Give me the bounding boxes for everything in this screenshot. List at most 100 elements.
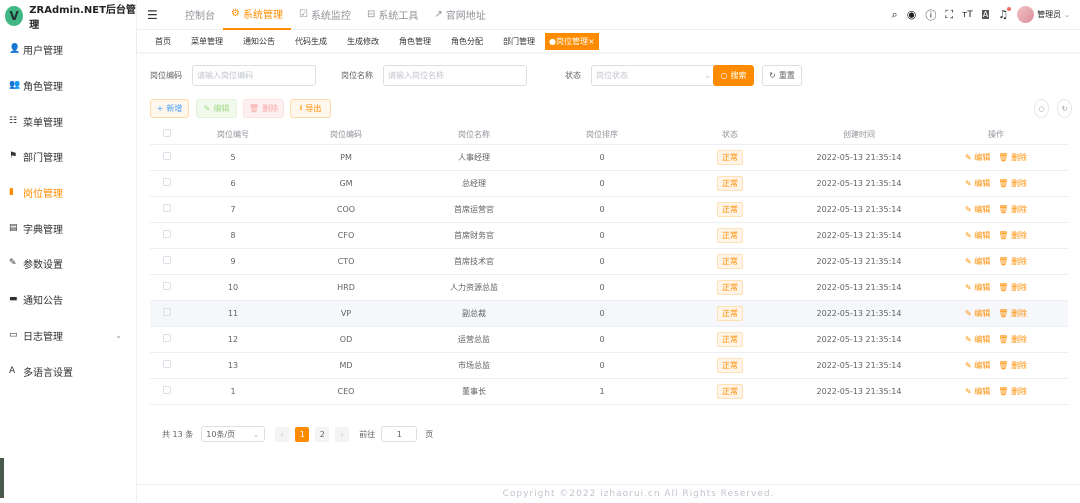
page-button[interactable]: 2 bbox=[315, 426, 330, 442]
edit-row-button[interactable]: ✎ 编辑 bbox=[965, 257, 990, 266]
edit-row-button[interactable]: ✎ 编辑 bbox=[965, 387, 990, 396]
row-checkbox[interactable] bbox=[163, 282, 171, 290]
delete-row-button[interactable]: 🗑 删除 bbox=[998, 361, 1027, 370]
prev-page-button[interactable]: ‹ bbox=[275, 426, 290, 442]
row-checkbox[interactable] bbox=[163, 386, 171, 394]
edit-row-button[interactable]: ✎ 编辑 bbox=[965, 309, 990, 318]
row-checkbox[interactable] bbox=[163, 308, 171, 316]
tag-5[interactable]: 角色管理 bbox=[389, 33, 441, 50]
tag-4[interactable]: 生成修改 bbox=[337, 33, 389, 50]
table-cell: OD bbox=[282, 326, 410, 353]
next-page-button[interactable]: › bbox=[335, 426, 350, 442]
edit-row-button[interactable]: ✎ 编辑 bbox=[965, 361, 990, 370]
delete-row-button[interactable]: 🗑 删除 bbox=[998, 309, 1027, 318]
delete-row-button[interactable]: 🗑 删除 bbox=[998, 283, 1027, 292]
tag-6[interactable]: 角色分配 bbox=[441, 33, 493, 50]
search-icon[interactable]: ⌕ bbox=[892, 8, 898, 22]
delete-row-button[interactable]: 🗑 删除 bbox=[998, 179, 1027, 188]
page-button[interactable]: 1 bbox=[295, 426, 310, 442]
user-menu[interactable]: 管理员 ⌄ bbox=[1017, 6, 1070, 23]
tag-active[interactable]: ● 岗位管理 × bbox=[545, 32, 599, 50]
topnav-item-0[interactable]: 控制台 bbox=[177, 0, 223, 30]
log-icon: ▭ bbox=[9, 329, 18, 340]
name-input[interactable]: 请输入岗位名称 bbox=[383, 65, 527, 86]
sidebar-item-9[interactable]: A 多语言设置 bbox=[0, 353, 136, 389]
edit-row-button[interactable]: ✎ 编辑 bbox=[965, 153, 990, 162]
delete-row-button[interactable]: 🗑 删除 bbox=[998, 231, 1027, 240]
topnav-item-4[interactable]: ↗ 官网地址 bbox=[426, 0, 493, 30]
row-checkbox[interactable] bbox=[163, 230, 171, 238]
sidebar-item-3[interactable]: ⚑ 部门管理 bbox=[0, 139, 136, 175]
delete-button[interactable]: 🗑 删除 bbox=[243, 99, 284, 118]
language-icon[interactable]: A bbox=[981, 10, 990, 19]
row-checkbox[interactable] bbox=[163, 334, 171, 342]
delete-label: 删除 bbox=[1010, 178, 1027, 188]
tag-7[interactable]: 部门管理 bbox=[493, 33, 545, 50]
github-icon[interactable]: ◉ bbox=[907, 8, 917, 21]
chevron-down-icon: ⌄ bbox=[704, 71, 711, 80]
add-button[interactable]: + 新增 bbox=[150, 99, 189, 118]
row-checkbox[interactable] bbox=[163, 256, 171, 264]
delete-row-button[interactable]: 🗑 删除 bbox=[998, 153, 1027, 162]
export-button[interactable]: ⭳ 导出 bbox=[290, 99, 331, 118]
user-icon: 👤 bbox=[9, 44, 21, 55]
row-checkbox[interactable] bbox=[163, 204, 171, 212]
sidebar-item-0[interactable]: 👤 用户管理 bbox=[0, 32, 136, 68]
edit-button[interactable]: ✎ 编辑 bbox=[196, 99, 237, 118]
toggle-search-button[interactable]: ○ bbox=[1034, 99, 1049, 118]
goto-page-input[interactable]: 1 bbox=[381, 426, 418, 442]
edit-row-button[interactable]: ✎ 编辑 bbox=[965, 335, 990, 344]
status-badge: 正常 bbox=[717, 149, 743, 165]
select-all-checkbox[interactable] bbox=[150, 125, 184, 145]
search-icon: ○ bbox=[720, 71, 728, 80]
edit-row-button[interactable]: ✎ 编辑 bbox=[965, 283, 990, 292]
page-size-select[interactable]: 10条/页 ⌄ bbox=[201, 426, 266, 442]
help-icon[interactable]: ⓘ bbox=[925, 7, 936, 23]
table-row: 9 CTO 首席技术官 0 正常 2022-05-13 21:35:14 ✎ 编辑 🗑 删除 bbox=[150, 248, 1068, 275]
topnav-item-2[interactable]: ☑ 系统监控 bbox=[291, 0, 359, 30]
delete-label: 删除 bbox=[1010, 230, 1027, 240]
edit-row-button[interactable]: ✎ 编辑 bbox=[965, 205, 990, 214]
delete-row-button[interactable]: 🗑 删除 bbox=[998, 257, 1027, 266]
topnav-item-3[interactable]: ⊟ 系统工具 bbox=[359, 0, 426, 30]
sidebar-item-8[interactable]: ▭ 日志管理 ⌄ bbox=[0, 318, 136, 354]
logo[interactable]: V ZRAdmin.NET后台管理 bbox=[0, 0, 136, 32]
tag-2[interactable]: 通知公告 bbox=[233, 33, 285, 50]
delete-row-button[interactable]: 🗑 删除 bbox=[998, 387, 1027, 396]
tag-1[interactable]: 菜单管理 bbox=[181, 33, 233, 50]
sidebar-item-4[interactable]: ▮ 岗位管理 bbox=[0, 175, 136, 211]
hamburger-icon[interactable]: ☰ bbox=[147, 8, 167, 22]
username: 管理员 bbox=[1037, 10, 1062, 19]
status-select[interactable]: 岗位状态 ⌄ bbox=[591, 65, 717, 86]
refresh-button[interactable]: ↻ bbox=[1057, 99, 1072, 118]
sidebar-item-2[interactable]: ☷ 菜单管理 bbox=[0, 103, 136, 139]
row-checkbox[interactable] bbox=[163, 152, 171, 160]
edit-row-button[interactable]: ✎ 编辑 bbox=[965, 179, 990, 188]
row-checkbox[interactable] bbox=[163, 360, 171, 368]
table-cell: 市场总监 bbox=[410, 352, 538, 379]
fullscreen-icon[interactable]: ⛶ bbox=[945, 8, 953, 22]
code-input[interactable]: 请输入岗位编码 bbox=[192, 65, 316, 86]
bell-icon[interactable]: ♫ bbox=[998, 7, 1011, 21]
table-cell: 0 bbox=[538, 222, 666, 249]
search-form: 岗位编码 请输入岗位编码 岗位名称 请输入岗位名称 状态 岗位状态 ⌄ bbox=[150, 65, 717, 86]
edit-row-button[interactable]: ✎ 编辑 bbox=[965, 231, 990, 240]
topnav-item-1[interactable]: ⚙ 系统管理 bbox=[223, 0, 291, 30]
row-checkbox[interactable] bbox=[163, 178, 171, 186]
tag-3[interactable]: 代码生成 bbox=[285, 33, 337, 50]
sidebar-item-7[interactable]: ▬ 通知公告 bbox=[0, 282, 136, 318]
table-cell: HRD bbox=[282, 274, 410, 301]
sidebar-item-6[interactable]: ✎ 参数设置 bbox=[0, 246, 136, 282]
reset-button[interactable]: ↻ 重置 bbox=[762, 65, 802, 86]
search-button[interactable]: ○ 搜索 bbox=[713, 65, 754, 86]
table-cell: MD bbox=[282, 352, 410, 379]
table-cell: 2022-05-13 21:35:14 bbox=[794, 300, 924, 327]
delete-row-button[interactable]: 🗑 删除 bbox=[998, 205, 1027, 214]
close-icon[interactable]: × bbox=[588, 37, 595, 46]
font-size-icon[interactable]: тT bbox=[962, 10, 973, 20]
side-handle[interactable] bbox=[0, 458, 4, 498]
delete-row-button[interactable]: 🗑 删除 bbox=[998, 335, 1027, 344]
sidebar-item-5[interactable]: ▤ 字典管理 bbox=[0, 210, 136, 246]
tag-0[interactable]: 首页 bbox=[145, 33, 181, 50]
sidebar-item-1[interactable]: 👥 角色管理 bbox=[0, 68, 136, 104]
